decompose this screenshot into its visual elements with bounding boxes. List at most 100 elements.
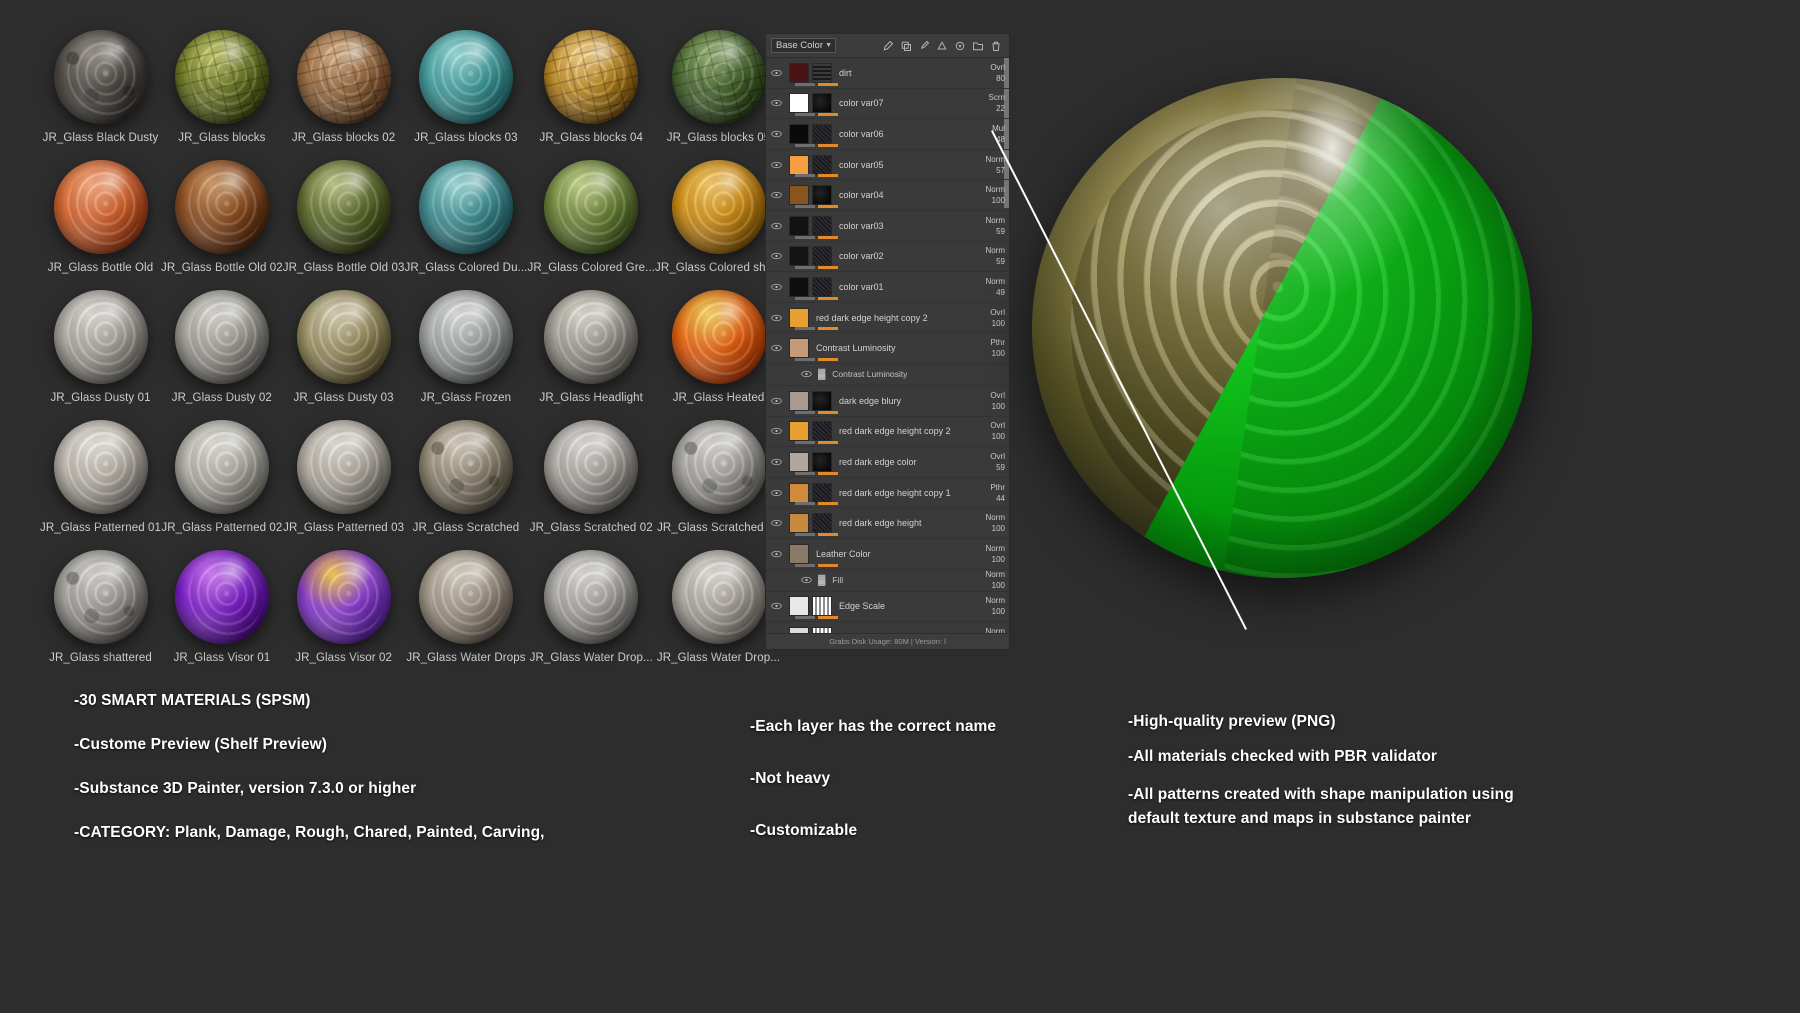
eye-visibility-icon[interactable] — [770, 222, 783, 230]
layer-list[interactable]: dirt Ovrl 80 color var07 Scrn 22 color var06 Mu… — [766, 58, 1009, 633]
material-thumbnail[interactable]: JR_Glass Bottle Old 02 — [161, 154, 283, 284]
layer-row[interactable]: color var07 Scrn 22 — [766, 89, 1009, 120]
material-thumbnail[interactable]: JR_Glass Water Drop... — [655, 544, 782, 674]
layer-mask-thumbnail[interactable] — [812, 62, 832, 83]
trash-icon[interactable] — [990, 40, 1002, 52]
layer-row[interactable]: dark edge blury Ovrl 100 — [766, 386, 1009, 417]
material-thumbnail[interactable]: JR_Glass Scratched 02 — [527, 414, 655, 544]
layer-opacity[interactable]: 100 — [971, 606, 1005, 617]
layer-thumbnails[interactable] — [789, 482, 832, 503]
layer-mask-thumbnail[interactable] — [812, 451, 832, 472]
eye-visibility-icon[interactable] — [800, 370, 813, 378]
layer-fill-thumbnail[interactable] — [789, 390, 809, 411]
brush-icon[interactable] — [882, 40, 894, 52]
layer-opacity[interactable]: 44 — [971, 493, 1005, 504]
layer-blend-mode[interactable]: Norm — [971, 626, 1005, 633]
layer-row[interactable]: color var05 Norm 57 — [766, 150, 1009, 181]
layer-thumbnails[interactable] — [789, 513, 832, 534]
layer-effect-row[interactable]: ▓ Fill Norm 100 — [766, 570, 1009, 592]
layer-fill-thumbnail[interactable] — [789, 93, 809, 114]
layer-row[interactable]: red dark edge height Norm 100 — [766, 508, 1009, 539]
layer-thumbnails[interactable] — [789, 276, 832, 297]
layer-fill-thumbnail[interactable] — [789, 482, 809, 503]
layer-fill-thumbnail[interactable] — [789, 154, 809, 175]
layer-blend-mode[interactable]: Norm — [971, 245, 1005, 256]
layer-thumbnails[interactable] — [789, 338, 809, 359]
layer-mask-thumbnail[interactable] — [812, 390, 832, 411]
layer-row[interactable]: red dark edge color Ovrl 59 — [766, 447, 1009, 478]
material-thumbnail[interactable]: JR_Glass Patterned 02 — [161, 414, 283, 544]
material-thumbnail[interactable]: JR_Glass Patterned 03 — [283, 414, 405, 544]
layer-thumbnails[interactable] — [789, 307, 809, 328]
material-thumbnail[interactable]: JR_Glass Dusty 02 — [161, 284, 283, 414]
layer-opacity[interactable]: 100 — [971, 195, 1005, 206]
layer-fill-thumbnail[interactable] — [789, 307, 809, 328]
layer-blend-mode[interactable]: Ovrl — [971, 451, 1005, 462]
eye-visibility-icon[interactable] — [770, 161, 783, 169]
layer-row[interactable]: red dark edge height copy 2 Ovrl 100 — [766, 303, 1009, 334]
eye-visibility-icon[interactable] — [770, 69, 783, 77]
layer-mask-thumbnail[interactable] — [812, 421, 832, 442]
layer-blend-mode[interactable]: Mul — [971, 123, 1005, 134]
material-thumbnail[interactable]: JR_Glass Visor 01 — [161, 544, 283, 674]
layer-row[interactable]: pattern bigNorm100 — [766, 622, 1009, 633]
material-thumbnail[interactable]: JR_Glass blocks 03 — [404, 24, 527, 154]
layer-blend-mode[interactable]: Ovrl — [971, 307, 1005, 318]
layer-fill-thumbnail[interactable] — [789, 185, 809, 206]
layer-row[interactable]: color var06 Mul 48 — [766, 119, 1009, 150]
layer-thumbnails[interactable] — [789, 596, 832, 617]
material-thumbnail[interactable]: JR_Glass Water Drop... — [527, 544, 655, 674]
layer-fill-thumbnail[interactable] — [789, 246, 809, 267]
eye-visibility-icon[interactable] — [770, 252, 783, 260]
layer-thumbnails[interactable] — [789, 543, 809, 564]
layer-blend-mode[interactable]: Norm — [971, 215, 1005, 226]
layer-row[interactable]: Contrast Luminosity Pthr 100 — [766, 333, 1009, 364]
layer-blend-mode[interactable]: Pthr — [971, 337, 1005, 348]
eye-visibility-icon[interactable] — [770, 283, 783, 291]
layer-mask-thumbnail[interactable] — [812, 596, 832, 617]
layer-fill-thumbnail[interactable] — [789, 421, 809, 442]
layer-blend-mode[interactable]: Norm — [971, 512, 1005, 523]
layer-opacity[interactable]: 80 — [971, 73, 1005, 84]
layer-mask-thumbnail[interactable] — [812, 185, 832, 206]
eye-visibility-icon[interactable] — [770, 99, 783, 107]
eyedropper-icon[interactable] — [918, 40, 930, 52]
layer-thumbnails[interactable] — [789, 123, 832, 144]
eye-visibility-icon[interactable] — [770, 550, 783, 558]
layer-thumbnails[interactable] — [789, 154, 832, 175]
layer-row[interactable]: red dark edge height copy 2 Ovrl 100 — [766, 417, 1009, 448]
layer-row[interactable]: Leather Color Norm 100 — [766, 539, 1009, 570]
layer-mask-thumbnail[interactable] — [812, 276, 832, 297]
layer-blend-mode[interactable]: Norm — [971, 154, 1005, 165]
layer-opacity[interactable]: 59 — [971, 256, 1005, 267]
layer-mask-thumbnail[interactable] — [812, 215, 832, 236]
layer-mask-thumbnail[interactable] — [812, 513, 832, 534]
layer-blend-mode[interactable]: Ovrl — [971, 62, 1005, 73]
material-thumbnail[interactable]: JR_Glass Headlight — [527, 284, 655, 414]
eye-visibility-icon[interactable] — [770, 191, 783, 199]
layer-blend-mode[interactable]: Scrn — [971, 92, 1005, 103]
layer-opacity[interactable]: 59 — [971, 462, 1005, 473]
material-thumbnail[interactable]: JR_Glass Visor 02 — [283, 544, 405, 674]
layer-fill-thumbnail[interactable] — [789, 123, 809, 144]
layer-thumbnails[interactable] — [789, 215, 832, 236]
eye-visibility-icon[interactable] — [770, 489, 783, 497]
channel-select[interactable]: Base Color ▼ — [771, 38, 836, 53]
layer-mask-thumbnail[interactable] — [812, 93, 832, 114]
material-thumbnail[interactable]: JR_Glass Dusty 01 — [40, 284, 161, 414]
layer-fill-thumbnail[interactable] — [789, 543, 809, 564]
material-thumbnail[interactable]: JR_Glass Dusty 03 — [283, 284, 405, 414]
layer-mask-thumbnail[interactable] — [812, 626, 832, 633]
layer-fill-thumbnail[interactable] — [789, 276, 809, 297]
material-thumbnail[interactable]: JR_Glass Colored sha... — [655, 154, 782, 284]
layer-blend-mode[interactable]: Norm — [971, 184, 1005, 195]
layer-opacity[interactable]: 100 — [971, 431, 1005, 442]
effect-icon[interactable] — [936, 40, 948, 52]
layer-opacity[interactable]: 100 — [971, 523, 1005, 534]
layer-opacity[interactable]: 22 — [971, 103, 1005, 114]
layer-opacity[interactable]: 57 — [971, 165, 1005, 176]
layer-opacity[interactable]: 49 — [971, 287, 1005, 298]
material-thumbnail[interactable]: JR_Glass Scratched 03 — [655, 414, 782, 544]
material-thumbnail[interactable]: JR_Glass blocks 04 — [527, 24, 655, 154]
layer-mask-thumbnail[interactable] — [812, 246, 832, 267]
